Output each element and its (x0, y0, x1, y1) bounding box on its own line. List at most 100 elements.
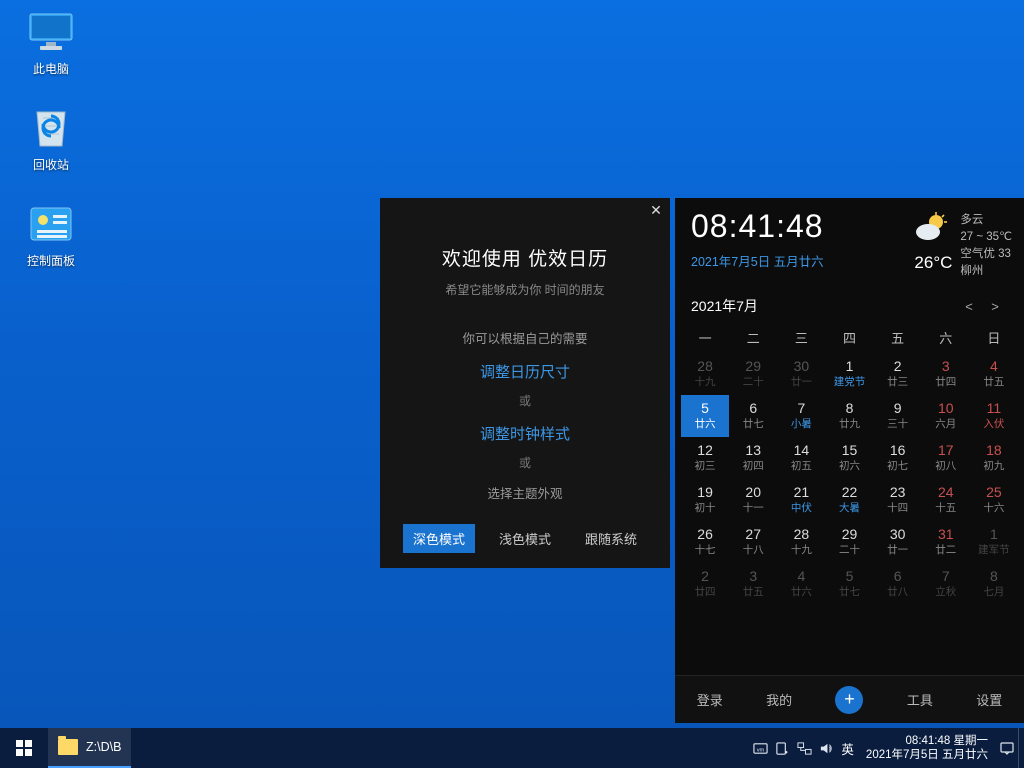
tools-button[interactable]: 工具 (907, 690, 933, 709)
calendar-day[interactable]: 5廿六 (681, 395, 729, 437)
calendar-day-number: 16 (874, 441, 922, 459)
calendar-day-sub: 大暑 (825, 501, 873, 515)
calendar-day[interactable]: 3廿五 (729, 563, 777, 605)
calendar-day[interactable]: 30廿一 (777, 353, 825, 395)
calendar-day[interactable]: 15初六 (825, 437, 873, 479)
calendar-day-sub: 十九 (777, 543, 825, 557)
calendar-day-number: 13 (729, 441, 777, 459)
calendar-day[interactable]: 22大暑 (825, 479, 873, 521)
calendar-header: 08:41:48 2021年7月5日 五月廿六 26°C 多云 27 ~ 35℃… (675, 198, 1024, 286)
calendar-bottom-bar: 登录 我的 + 工具 设置 (675, 675, 1024, 723)
clock-date[interactable]: 2021年7月5日 五月廿六 (691, 251, 914, 270)
tray-notifications-icon[interactable] (996, 740, 1018, 756)
calendar-day[interactable]: 28十九 (777, 521, 825, 563)
calendar-day[interactable]: 5廿七 (825, 563, 873, 605)
calendar-day-number: 17 (922, 441, 970, 459)
theme-light-button[interactable]: 浅色模式 (489, 524, 561, 553)
calendar-day[interactable]: 29二十 (825, 521, 873, 563)
calendar-day[interactable]: 4廿五 (970, 353, 1018, 395)
calendar-day[interactable]: 19初十 (681, 479, 729, 521)
weather-block[interactable]: 26°C 多云 27 ~ 35℃ 空气优 33 柳州 (914, 212, 1012, 280)
calendar-day[interactable]: 7小暑 (777, 395, 825, 437)
close-icon[interactable]: ✕ (648, 202, 664, 218)
tray-vm-icon[interactable]: vm (749, 728, 771, 768)
adjust-clock-link[interactable]: 调整时钟样式 (380, 423, 670, 444)
calendar-day-sub: 廿四 (681, 585, 729, 599)
calendar-day[interactable]: 12初三 (681, 437, 729, 479)
calendar-day[interactable]: 10六月 (922, 395, 970, 437)
calendar-day[interactable]: 29二十 (729, 353, 777, 395)
calendar-day[interactable]: 23十四 (874, 479, 922, 521)
calendar-day[interactable]: 30廿一 (874, 521, 922, 563)
show-desktop-button[interactable] (1018, 728, 1024, 768)
calendar-day[interactable]: 25十六 (970, 479, 1018, 521)
calendar-next-button[interactable]: > (982, 299, 1008, 314)
calendar-day[interactable]: 31廿二 (922, 521, 970, 563)
calendar-day[interactable]: 8廿九 (825, 395, 873, 437)
calendar-day[interactable]: 1建军节 (970, 521, 1018, 563)
taskbar-item-explorer[interactable]: Z:\D\B (48, 728, 131, 768)
calendar-day[interactable]: 3廿四 (922, 353, 970, 395)
calendar-day[interactable]: 11入伏 (970, 395, 1018, 437)
calendar-day[interactable]: 13初四 (729, 437, 777, 479)
theme-dark-button[interactable]: 深色模式 (403, 524, 475, 553)
calendar-day[interactable]: 7立秋 (922, 563, 970, 605)
calendar-day[interactable]: 6廿七 (729, 395, 777, 437)
calendar-day[interactable]: 16初七 (874, 437, 922, 479)
theme-system-button[interactable]: 跟随系统 (575, 524, 647, 553)
calendar-day[interactable]: 17初八 (922, 437, 970, 479)
calendar-day-number: 4 (970, 357, 1018, 375)
calendar-day[interactable]: 27十八 (729, 521, 777, 563)
calendar-day-number: 7 (922, 567, 970, 585)
calendar-day[interactable]: 8七月 (970, 563, 1018, 605)
calendar-day-sub: 廿一 (777, 375, 825, 389)
calendar-day-sub: 廿三 (874, 375, 922, 389)
adjust-size-link[interactable]: 调整日历尺寸 (380, 361, 670, 382)
calendar-day[interactable]: 4廿六 (777, 563, 825, 605)
tray-network-icon[interactable] (793, 728, 815, 768)
calendar-dow: 二 (729, 322, 777, 353)
login-button[interactable]: 登录 (697, 690, 723, 709)
calendar-day[interactable]: 26十七 (681, 521, 729, 563)
add-button[interactable]: + (835, 686, 863, 714)
calendar-month-label[interactable]: 2021年7月 (691, 296, 956, 316)
tray-clock[interactable]: 08:41:48 星期一 2021年7月5日 五月廿六 (858, 734, 996, 762)
tray-volume-icon[interactable] (815, 728, 837, 768)
desktop-icon-this-pc[interactable]: 此电脑 (14, 8, 88, 77)
mine-button[interactable]: 我的 (766, 690, 792, 709)
desktop-icon-control-panel[interactable]: 控制面板 (14, 200, 88, 269)
calendar-day[interactable]: 28十九 (681, 353, 729, 395)
calendar-day[interactable]: 18初九 (970, 437, 1018, 479)
taskbar-item-label: Z:\D\B (86, 740, 121, 754)
calendar-day-sub: 初四 (729, 459, 777, 473)
desktop-icon-recycle-bin[interactable]: 回收站 (14, 104, 88, 173)
calendar-dow: 五 (874, 322, 922, 353)
calendar-day[interactable]: 9三十 (874, 395, 922, 437)
start-button[interactable] (0, 728, 48, 768)
calendar-day[interactable]: 2廿三 (874, 353, 922, 395)
calendar-day-number: 2 (874, 357, 922, 375)
calendar-day[interactable]: 21中伏 (777, 479, 825, 521)
calendar-day[interactable]: 14初五 (777, 437, 825, 479)
calendar-day[interactable]: 6廿八 (874, 563, 922, 605)
tray-ime[interactable]: 英 (837, 739, 858, 758)
calendar-day[interactable]: 2廿四 (681, 563, 729, 605)
desktop-icon-label: 此电脑 (14, 60, 88, 77)
calendar-day-number: 26 (681, 525, 729, 543)
weather-air: 空气优 33 (960, 246, 1012, 263)
calendar-day[interactable]: 24十五 (922, 479, 970, 521)
calendar-day-number: 8 (825, 399, 873, 417)
calendar-day[interactable]: 1建党节 (825, 353, 873, 395)
settings-button[interactable]: 设置 (976, 690, 1002, 709)
calendar-prev-button[interactable]: < (956, 299, 982, 314)
control-panel-icon (27, 200, 75, 248)
tray-drive-icon[interactable] (771, 728, 793, 768)
recycle-bin-icon (27, 104, 75, 152)
calendar-day-sub: 初六 (825, 459, 873, 473)
system-tray: vm 英 08:41:48 星期一 2021年7月5日 五月廿六 (749, 728, 1024, 768)
calendar-grid: 一二三四五六日28十九29二十30廿一1建党节2廿三3廿四4廿五5廿六6廿七7小… (675, 322, 1024, 605)
calendar-day[interactable]: 20十一 (729, 479, 777, 521)
calendar-day-sub: 十一 (729, 501, 777, 515)
calendar-day-number: 6 (729, 399, 777, 417)
calendar-day-number: 21 (777, 483, 825, 501)
